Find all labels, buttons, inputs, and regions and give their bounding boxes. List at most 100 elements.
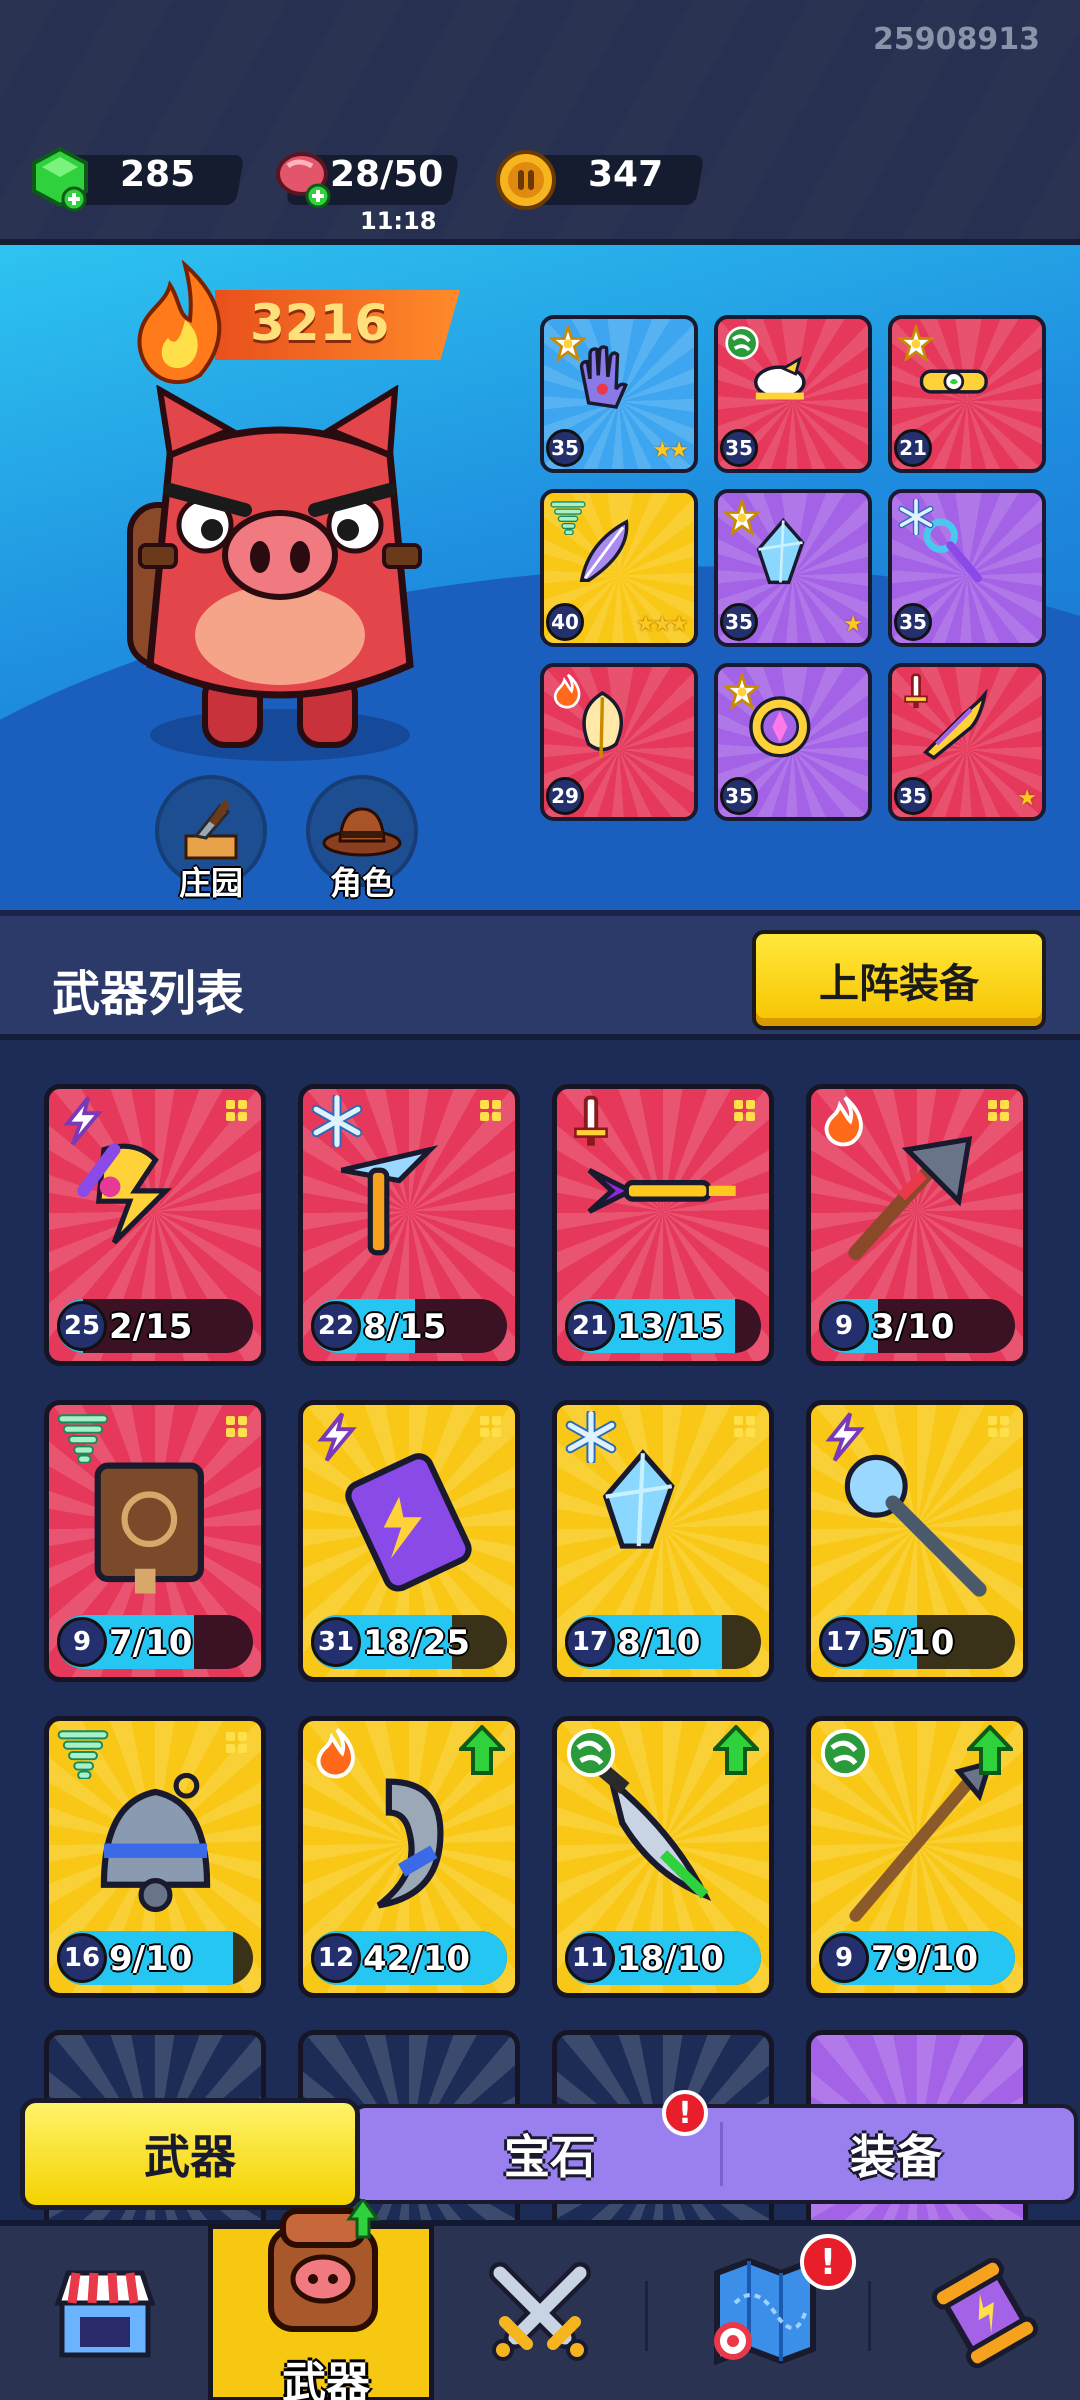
gem-icon[interactable] [28,145,92,213]
rarity-dots-icon [987,1415,1011,1443]
weapon-card-spear[interactable]: 9 79/10 [806,1716,1028,1998]
item-level: 40 [546,603,584,641]
combat-power: 3216 [250,294,390,352]
rarity-dots-icon [479,1099,503,1127]
ice-element-icon [565,1409,617,1467]
coin-count: 347 [588,154,664,195]
lightning-element-icon [57,1095,109,1151]
star-rating: ★★★ [635,612,689,637]
weapon-progress: 3/10 [871,1307,955,1347]
coin-icon[interactable] [494,148,558,212]
character-button[interactable]: 角色 [306,775,418,902]
fire-element-icon [819,1095,871,1151]
spear-weapon-icon [835,1759,1000,1930]
weapon-card-battery[interactable]: 31 18/25 [298,1400,520,1682]
nav-scroll[interactable] [900,2226,1070,2400]
equipped-item-scepter[interactable]: 35 [888,489,1046,647]
gems-alert-badge: ! [662,2090,708,2136]
weapon-card-crystal[interactable]: 17 8/10 [552,1400,774,1682]
weapon-level: 11 [565,1933,615,1983]
item-level: 21 [894,429,932,467]
weapon-card-lightning[interactable]: 25 2/15 [44,1084,266,1366]
rarity-dots-icon [225,1731,249,1759]
character-label: 角色 [329,864,394,902]
weapon-card-trident[interactable]: 21 13/15 [552,1084,774,1366]
weapon-level: 22 [311,1301,361,1351]
lightning-weapon-icon [73,1129,238,1298]
tab-equipment[interactable]: 装备 [726,2106,1066,2202]
weapon-level: 31 [311,1617,361,1667]
deploy-equipment-button[interactable]: 上阵装备 [752,930,1046,1030]
manor-button[interactable]: 庄园 [155,775,267,902]
weapon-card-book[interactable]: 9 7/10 [44,1400,266,1682]
sword-element-icon [565,1095,617,1151]
player-id: 25908913 [873,22,1040,57]
wind-element-icon [565,1727,617,1783]
bell-weapon-icon [73,1761,238,1930]
wind-element-icon [819,1727,871,1783]
weapon-card-staff[interactable]: 17 5/10 [806,1400,1028,1682]
tab-weapons[interactable]: 武器 [20,2098,360,2210]
energy-timer: 11:18 [360,207,437,235]
pig-character[interactable] [110,385,450,765]
nav-shop[interactable] [20,2226,190,2400]
weapon-card-dagger[interactable]: 11 18/10 [552,1716,774,1998]
ice-element-icon [898,497,934,539]
trident-weapon-icon [581,1129,746,1298]
weapon-level: 9 [57,1617,107,1667]
upgrade-arrow-icon [964,1724,1016,1779]
item-level: 35 [720,777,758,815]
hook-weapon-icon [327,1761,492,1930]
weapon-card-bell[interactable]: 16 9/10 [44,1716,266,1998]
star-element-icon [722,670,762,713]
crystal-weapon-icon [581,1445,746,1614]
weapon-progress: 7/10 [109,1623,193,1663]
equipped-item-feather[interactable]: 40 ★★★ [540,489,698,647]
meat-icon[interactable] [272,148,336,210]
rarity-dots-icon [225,1099,249,1127]
tornado-element-icon [57,1411,109,1467]
item-level: 35 [720,429,758,467]
equipped-item-belt[interactable]: 21 [888,315,1046,473]
item-level: 35 [894,777,932,815]
equipped-item-leaf[interactable]: 29 [540,663,698,821]
manor-label: 庄园 [178,864,243,902]
weapon-progress: 8/15 [363,1307,447,1347]
weapon-level: 17 [565,1617,615,1667]
star-rating: ★ [843,612,863,637]
equipped-item-amulet[interactable]: 35 [714,663,872,821]
shop-icon [54,2270,156,2358]
weapon-card-hook[interactable]: 12 42/10 [298,1716,520,1998]
weapon-progress: 8/10 [617,1623,701,1663]
nav-map[interactable]: ! [680,2226,856,2400]
weapon-card-icepick[interactable]: 22 8/15 [298,1084,520,1366]
equipped-item-blade[interactable]: 35 ★ [888,663,1046,821]
wind-element-icon [724,325,760,365]
weapon-list-title: 武器列表 [52,966,245,1022]
equipped-item-crystal[interactable]: 35 ★ [714,489,872,647]
weapon-level: 25 [57,1301,107,1351]
upgrade-arrow-icon [456,1724,508,1779]
upgrade-arrow-icon [710,1724,762,1779]
nav-battle[interactable] [450,2226,630,2400]
lightning-element-icon [819,1411,871,1467]
character-hat-icon [322,807,402,857]
equipped-item-glove[interactable]: 35 ★★ [540,315,698,473]
weapon-progress: 9/10 [109,1939,193,1979]
nav-weapons[interactable]: 武器 [208,2199,434,2400]
fire-element-icon [550,673,586,713]
fire-power-icon [137,260,222,385]
energy-count: 28/50 [330,154,444,195]
item-level: 35 [546,429,584,467]
sword-element-icon [898,673,934,713]
lightning-element-icon [311,1411,363,1467]
rarity-dots-icon [225,1415,249,1443]
gem-count: 285 [120,154,196,195]
weapon-progress: 18/10 [617,1939,725,1979]
weapon-card-axe[interactable]: 9 3/10 [806,1084,1028,1366]
weapon-progress: 42/10 [363,1939,471,1979]
item-level: 29 [546,777,584,815]
equipped-item-bird[interactable]: 35 [714,315,872,473]
icepick-weapon-icon [327,1129,492,1298]
map-alert-badge: ! [800,2234,856,2290]
